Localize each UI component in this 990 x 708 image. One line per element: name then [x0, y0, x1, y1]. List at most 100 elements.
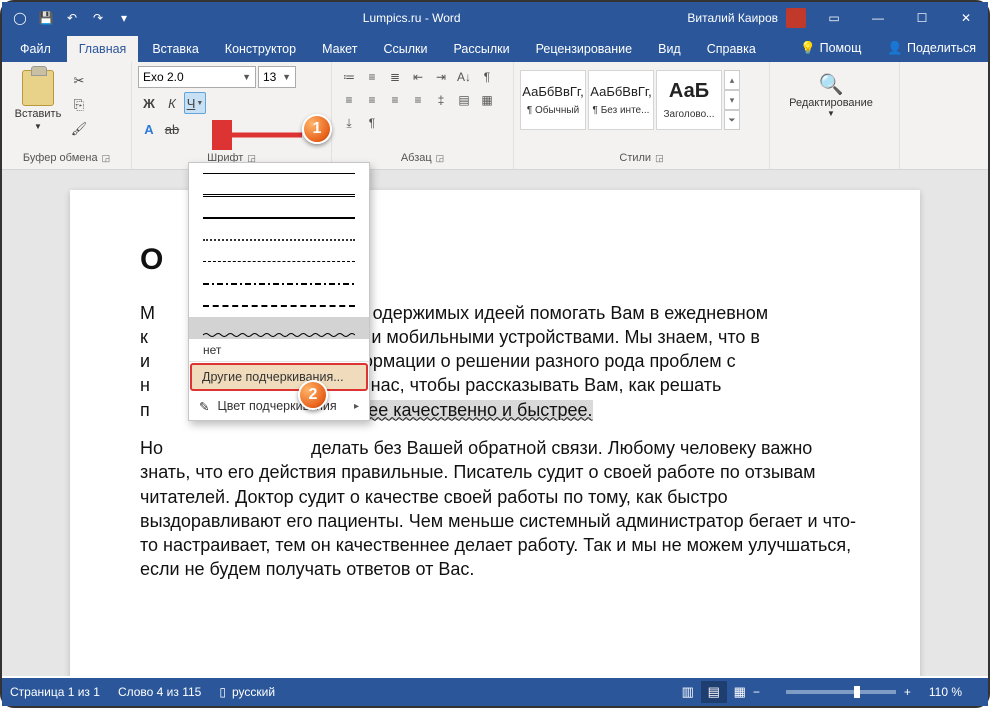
save-icon[interactable]: 💾	[34, 6, 58, 30]
align-center-icon[interactable]: ≡	[361, 89, 383, 111]
underline-style-double[interactable]	[189, 185, 369, 207]
font-name-combo[interactable]: Exo 2.0▼	[138, 66, 256, 88]
paste-button[interactable]: Вставить ▼	[8, 66, 68, 131]
maximize-icon[interactable]: ☐	[900, 2, 944, 34]
redo-icon[interactable]: ↷	[86, 6, 110, 30]
style-no-spacing[interactable]: АаБбВвГг,¶ Без инте...	[588, 70, 654, 130]
increase-indent-icon[interactable]: ⇥	[430, 66, 452, 88]
share-button[interactable]: 👤Поделиться	[875, 35, 988, 62]
status-language[interactable]: ▯русский	[219, 685, 275, 699]
decrease-indent-icon[interactable]: ⇤	[407, 66, 429, 88]
sort-az-icon[interactable]: ⤓	[338, 112, 360, 134]
minimize-icon[interactable]: —	[856, 2, 900, 34]
pilcrow-icon[interactable]: ¶	[361, 112, 383, 134]
view-web-icon[interactable]: ▦	[727, 681, 753, 703]
align-right-icon[interactable]: ≡	[384, 89, 406, 111]
user-name: Виталий Каиров	[687, 11, 778, 25]
line-spacing-icon[interactable]: ‡	[430, 89, 452, 111]
styles-down-icon[interactable]: ▾	[724, 90, 740, 110]
tab-view[interactable]: Вид	[646, 36, 693, 62]
document-area[interactable]: О Мтов, одержимых идеей помогать Вам в е…	[2, 170, 988, 676]
underline-style-single[interactable]	[189, 163, 369, 185]
sort-icon[interactable]: A↓	[453, 66, 475, 88]
group-label-paragraph: Абзац	[401, 152, 432, 164]
more-underlines-item[interactable]: Другие подчеркивания...	[190, 363, 368, 391]
cut-icon[interactable]: ✂	[68, 70, 90, 92]
tab-help[interactable]: Справка	[695, 36, 768, 62]
zoom-slider[interactable]	[786, 690, 896, 694]
bold-button[interactable]: Ж	[138, 92, 160, 114]
align-left-icon[interactable]: ≡	[338, 89, 360, 111]
style-normal[interactable]: АаБбВвГг,¶ Обычный	[520, 70, 586, 130]
clipboard-launcher-icon[interactable]: ◲	[102, 153, 111, 164]
ribbon: Вставить ▼ ✂ ⎘ 🖌 Буфер обмена◲ Exo 2.0▼ …	[2, 62, 988, 170]
group-clipboard: Вставить ▼ ✂ ⎘ 🖌 Буфер обмена◲	[2, 62, 132, 169]
qat-customize-icon[interactable]: ▾	[112, 6, 136, 30]
status-page[interactable]: Страница 1 из 1	[10, 685, 100, 699]
underline-style-wave[interactable]	[189, 317, 369, 339]
multilevel-icon[interactable]: ≣	[384, 66, 406, 88]
borders-icon[interactable]: ▦	[476, 89, 498, 111]
chevron-down-icon: ▼	[282, 72, 291, 82]
show-marks-icon[interactable]: ¶	[476, 66, 498, 88]
underline-style-thick[interactable]	[189, 207, 369, 229]
underline-color-item[interactable]: ✎ Цвет подчеркивания ▸	[189, 392, 369, 420]
group-styles: АаБбВвГг,¶ Обычный АаБбВвГг,¶ Без инте..…	[514, 62, 770, 169]
bullets-icon[interactable]: ≔	[338, 66, 360, 88]
book-icon: ▯	[219, 685, 226, 699]
chevron-down-icon: ▼	[196, 100, 203, 107]
text-effects-button[interactable]: A	[138, 118, 160, 140]
annotation-arrow	[212, 120, 312, 150]
view-print-icon[interactable]: ▤	[701, 681, 727, 703]
undo-icon[interactable]: ↶	[60, 6, 84, 30]
styles-launcher-icon[interactable]: ◲	[655, 153, 664, 164]
underline-dropdown: нет Другие подчеркивания... ✎ Цвет подче…	[188, 162, 370, 421]
copy-icon[interactable]: ⎘	[68, 94, 90, 116]
styles-up-icon[interactable]: ▴	[724, 70, 740, 90]
selected-underlined-text: более качественно и быстрее.	[338, 400, 593, 420]
tell-me[interactable]: 💡Помощ	[788, 35, 873, 62]
tab-mailings[interactable]: Рассылки	[441, 36, 521, 62]
status-words[interactable]: Слово 4 из 115	[118, 685, 201, 699]
callout-2: 2	[298, 380, 328, 410]
tab-file[interactable]: Файл	[6, 36, 65, 62]
bulb-icon: 💡	[800, 41, 816, 55]
strikethrough-button[interactable]: ab	[161, 118, 183, 140]
underline-none[interactable]: нет	[189, 339, 369, 361]
editing-button[interactable]: 🔍 Редактирование ▼	[776, 66, 886, 118]
tab-insert[interactable]: Вставка	[140, 36, 210, 62]
chevron-right-icon: ▸	[354, 401, 359, 412]
underline-style-dashdot[interactable]	[189, 273, 369, 295]
style-heading[interactable]: АаБЗаголово...	[656, 70, 722, 130]
tab-layout[interactable]: Макет	[310, 36, 369, 62]
zoom-in-icon[interactable]: +	[904, 685, 911, 699]
tab-home[interactable]: Главная	[67, 36, 139, 62]
underline-button[interactable]: Ч▼	[184, 92, 206, 114]
styles-more-icon[interactable]: ⏷	[724, 110, 740, 130]
format-painter-icon[interactable]: 🖌	[68, 118, 90, 140]
shading-icon[interactable]: ▤	[453, 89, 475, 111]
numbering-icon[interactable]: ≡	[361, 66, 383, 88]
styles-scroll[interactable]: ▴ ▾ ⏷	[724, 70, 740, 130]
autosave-toggle[interactable]: ◯	[8, 6, 32, 30]
view-read-icon[interactable]: ▥	[675, 681, 701, 703]
tab-design[interactable]: Конструктор	[213, 36, 308, 62]
paragraph-launcher-icon[interactable]: ◲	[436, 153, 445, 164]
tab-references[interactable]: Ссылки	[371, 36, 439, 62]
justify-icon[interactable]: ≡	[407, 89, 429, 111]
ribbon-tabs: Файл Главная Вставка Конструктор Макет С…	[2, 34, 988, 62]
tab-review[interactable]: Рецензирование	[524, 36, 645, 62]
underline-style-dotted[interactable]	[189, 229, 369, 251]
quick-access-toolbar: ◯ 💾 ↶ ↷ ▾	[2, 6, 136, 30]
close-icon[interactable]: ✕	[944, 2, 988, 34]
zoom-out-icon[interactable]: −	[753, 685, 760, 699]
titlebar: ◯ 💾 ↶ ↷ ▾ Lumpics.ru - Word Виталий Каир…	[2, 2, 988, 34]
ribbon-display-icon[interactable]: ▭	[812, 2, 856, 34]
group-font: Exo 2.0▼ 13▼ Ж К Ч▼ A ab Шрифт◲	[132, 62, 332, 169]
underline-style-dashed[interactable]	[189, 251, 369, 273]
font-size-combo[interactable]: 13▼	[258, 66, 296, 88]
underline-style-dashdotdot[interactable]	[189, 295, 369, 317]
user-account[interactable]: Виталий Каиров	[687, 8, 806, 28]
zoom-level[interactable]: 110 %	[929, 685, 962, 699]
italic-button[interactable]: К	[161, 92, 183, 114]
